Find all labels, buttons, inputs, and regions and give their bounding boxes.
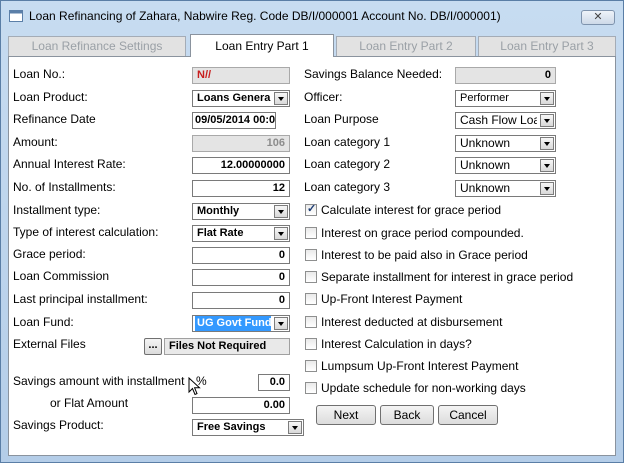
separate-installment-checkbox[interactable] xyxy=(305,271,317,283)
tab-loan-refinance-settings[interactable]: Loan Refinance Settings xyxy=(8,36,186,56)
update-schedule-checkbox[interactable] xyxy=(305,382,317,394)
savings-with-installment-label: Savings amount with installment xyxy=(13,374,185,388)
interest-calc-type-label: Type of interest calculation: xyxy=(13,225,159,239)
refinance-date-label: Refinance Date xyxy=(13,112,96,126)
loan-refinancing-window: Loan Refinancing of Zahara, Nabwire Reg.… xyxy=(0,0,624,463)
cancel-button[interactable]: Cancel xyxy=(438,405,498,425)
chevron-down-icon[interactable] xyxy=(274,92,288,105)
flat-amount-label: or Flat Amount xyxy=(50,396,129,410)
category1-select[interactable]: Unknown xyxy=(455,135,556,152)
lumpsum-upfront-label: Lumpsum Up-Front Interest Payment xyxy=(321,359,519,373)
tab-loan-entry-part-3[interactable]: Loan Entry Part 3 xyxy=(478,36,616,56)
loan-fund-value: UG Govt Fund xyxy=(195,316,271,331)
next-button[interactable]: Next xyxy=(316,405,376,425)
external-files-label: External Files xyxy=(13,337,86,351)
category1-label: Loan category 1 xyxy=(304,135,391,149)
upfront-interest-checkbox[interactable] xyxy=(305,293,317,305)
interest-calc-type-value: Flat Rate xyxy=(197,227,244,239)
mouse-pointer-icon xyxy=(188,377,201,396)
last-principal-label: Last principal installment: xyxy=(13,292,148,306)
tab-loan-entry-part-2[interactable]: Loan Entry Part 2 xyxy=(336,36,476,56)
separate-installment-label: Separate installment for interest in gra… xyxy=(321,270,574,284)
grace-compounded-label: Interest on grace period compounded. xyxy=(321,226,524,240)
window-title: Loan Refinancing of Zahara, Nabwire Reg.… xyxy=(29,9,501,23)
interest-paid-grace-label: Interest to be paid also in Grace period xyxy=(321,248,528,262)
installment-type-label: Installment type: xyxy=(13,203,101,217)
interest-paid-grace-checkbox[interactable] xyxy=(305,249,317,261)
interest-calc-type-select[interactable]: Flat Rate xyxy=(192,225,290,242)
tab-loan-entry-part-1[interactable]: Loan Entry Part 1 xyxy=(190,34,334,57)
chevron-down-icon[interactable] xyxy=(540,92,554,105)
savings-product-select[interactable]: Free Savings xyxy=(192,419,304,436)
chevron-down-icon[interactable] xyxy=(540,114,554,127)
title-bar: Loan Refinancing of Zahara, Nabwire Reg.… xyxy=(1,1,623,29)
savings-product-value: Free Savings xyxy=(197,421,266,433)
officer-select[interactable]: Performer xyxy=(455,90,556,107)
interest-deducted-checkbox[interactable] xyxy=(305,316,317,328)
category3-select[interactable]: Unknown xyxy=(455,180,556,197)
interest-in-days-label: Interest Calculation in days? xyxy=(321,337,472,351)
tab-strip: Loan Refinance Settings Loan Entry Part … xyxy=(8,34,616,57)
back-button[interactable]: Back xyxy=(380,405,434,425)
chevron-down-icon[interactable] xyxy=(540,137,554,150)
loan-no-label: Loan No.: xyxy=(13,67,66,81)
external-files-status: Files Not Required xyxy=(164,338,290,355)
category2-select[interactable]: Unknown xyxy=(455,157,556,174)
grace-period-label: Grace period: xyxy=(13,247,86,261)
chevron-down-icon[interactable] xyxy=(540,159,554,172)
loan-product-select[interactable]: Loans General xyxy=(192,90,290,107)
chevron-down-icon[interactable] xyxy=(540,182,554,195)
chevron-down-icon[interactable] xyxy=(274,317,288,330)
loan-commission-label: Loan Commission xyxy=(13,269,110,283)
loan-no-field: N// xyxy=(192,67,290,84)
loan-fund-select[interactable]: UG Govt Fund xyxy=(192,315,290,332)
amount-field: 106 xyxy=(192,135,290,152)
loan-purpose-select[interactable]: Cash Flow Loan xyxy=(455,112,556,129)
calc-interest-grace-label: Calculate interest for grace period xyxy=(321,203,502,217)
grace-period-input[interactable]: 0 xyxy=(192,247,290,264)
lumpsum-upfront-checkbox[interactable] xyxy=(305,360,317,372)
flat-amount-input[interactable]: 0.00 xyxy=(192,397,290,414)
amount-label: Amount: xyxy=(13,135,58,149)
category1-value: Unknown xyxy=(460,136,511,150)
savings-balance-label: Savings Balance Needed: xyxy=(304,67,443,81)
grace-compounded-checkbox[interactable] xyxy=(305,227,317,239)
loan-product-label: Loan Product: xyxy=(13,90,88,104)
installments-input[interactable]: 12 xyxy=(192,180,290,197)
refinance-date-input[interactable]: 09/05/2014 00:00 xyxy=(192,112,276,129)
calc-interest-grace-checkbox[interactable] xyxy=(305,202,317,216)
installment-type-select[interactable]: Monthly xyxy=(192,203,290,220)
chevron-down-icon[interactable] xyxy=(274,227,288,240)
interest-in-days-checkbox[interactable] xyxy=(305,338,317,350)
category2-value: Unknown xyxy=(460,158,511,172)
installment-type-value: Monthly xyxy=(197,205,240,217)
chevron-down-icon[interactable] xyxy=(288,421,302,434)
close-icon: ✕ xyxy=(593,11,603,23)
loan-purpose-label: Loan Purpose xyxy=(304,112,379,126)
savings-product-label: Savings Product: xyxy=(13,418,104,432)
close-button[interactable]: ✕ xyxy=(581,10,615,25)
savings-balance-field: 0 xyxy=(455,67,556,84)
upfront-interest-label: Up-Front Interest Payment xyxy=(321,292,463,306)
officer-label: Officer: xyxy=(304,90,343,104)
annual-interest-rate-input[interactable]: 12.00000000 xyxy=(192,157,290,174)
loan-commission-input[interactable]: 0 xyxy=(192,269,290,286)
loan-purpose-value: Cash Flow Loan xyxy=(460,113,537,127)
category2-label: Loan category 2 xyxy=(304,157,391,171)
last-principal-input[interactable]: 0 xyxy=(192,292,290,309)
category3-value: Unknown xyxy=(460,181,511,195)
savings-percent-input[interactable]: 0.0 xyxy=(258,374,290,391)
chevron-down-icon[interactable] xyxy=(274,205,288,218)
browse-files-button[interactable]: ... xyxy=(144,338,162,355)
app-window-icon xyxy=(9,10,23,22)
loan-fund-label: Loan Fund: xyxy=(13,315,74,329)
annual-interest-rate-label: Annual Interest Rate: xyxy=(13,157,126,171)
category3-label: Loan category 3 xyxy=(304,180,391,194)
officer-value: Performer xyxy=(460,92,509,104)
interest-deducted-label: Interest deducted at disbursement xyxy=(321,315,503,329)
installments-label: No. of Installments: xyxy=(13,180,116,194)
loan-product-value: Loans General xyxy=(197,92,271,104)
update-schedule-label: Update schedule for non-working days xyxy=(321,381,526,395)
